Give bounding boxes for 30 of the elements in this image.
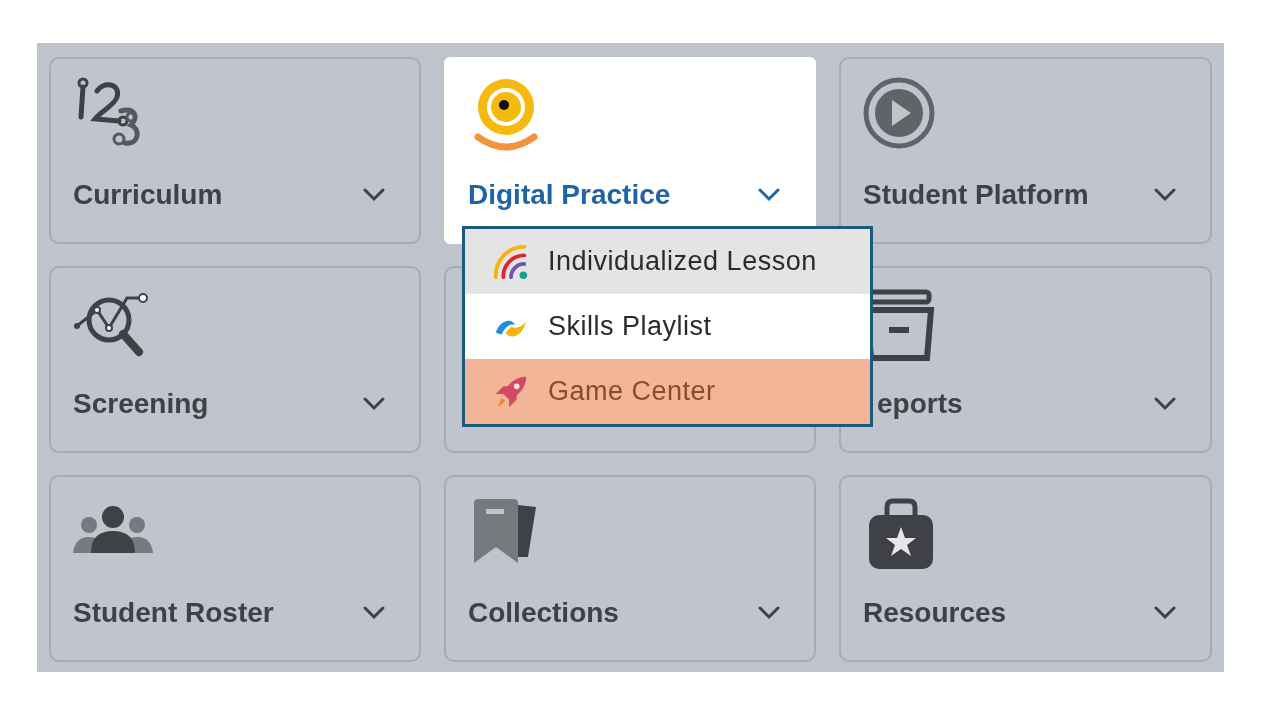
card-title: Resources xyxy=(863,597,1007,629)
chevron-down-icon[interactable] xyxy=(361,396,387,412)
menu-card[interactable]: Digital Practice xyxy=(444,57,816,244)
chevron-down-icon[interactable] xyxy=(756,605,782,621)
menu-card[interactable]: eports xyxy=(839,266,1212,453)
chevron-down-icon[interactable] xyxy=(1152,187,1178,203)
card-title: Student Roster xyxy=(73,597,274,629)
chevron-down-icon[interactable] xyxy=(361,605,387,621)
card-title: Digital Practice xyxy=(468,179,671,211)
menu-card[interactable]: Collections xyxy=(444,475,816,662)
menu-card[interactable]: Student Platform xyxy=(839,57,1212,244)
menu-card[interactable]: Resources xyxy=(839,475,1212,662)
chevron-down-icon[interactable] xyxy=(1152,605,1178,621)
menu-card[interactable]: Screening xyxy=(49,266,421,453)
card-title: Student Platform xyxy=(863,179,1089,211)
menu-item[interactable]: Individualized Lesson xyxy=(465,229,870,294)
rainbow-icon xyxy=(492,242,530,281)
menu-card[interactable]: Curriculum xyxy=(49,57,421,244)
menu-card[interactable]: Student Roster xyxy=(49,475,421,662)
card-title: eports xyxy=(877,388,963,420)
chevron-down-icon[interactable] xyxy=(1152,396,1178,412)
card-title: Curriculum xyxy=(73,179,223,211)
menu-item[interactable]: Game Center xyxy=(465,359,870,424)
chevron-down-icon[interactable] xyxy=(361,187,387,203)
menu-item-label: Individualized Lesson xyxy=(548,246,817,277)
card-title: Collections xyxy=(468,597,619,629)
menu-item-label: Skills Playlist xyxy=(548,311,712,342)
menu-item-label: Game Center xyxy=(548,376,716,407)
chevron-down-icon[interactable] xyxy=(756,187,782,203)
card-title: Screening xyxy=(73,388,209,420)
